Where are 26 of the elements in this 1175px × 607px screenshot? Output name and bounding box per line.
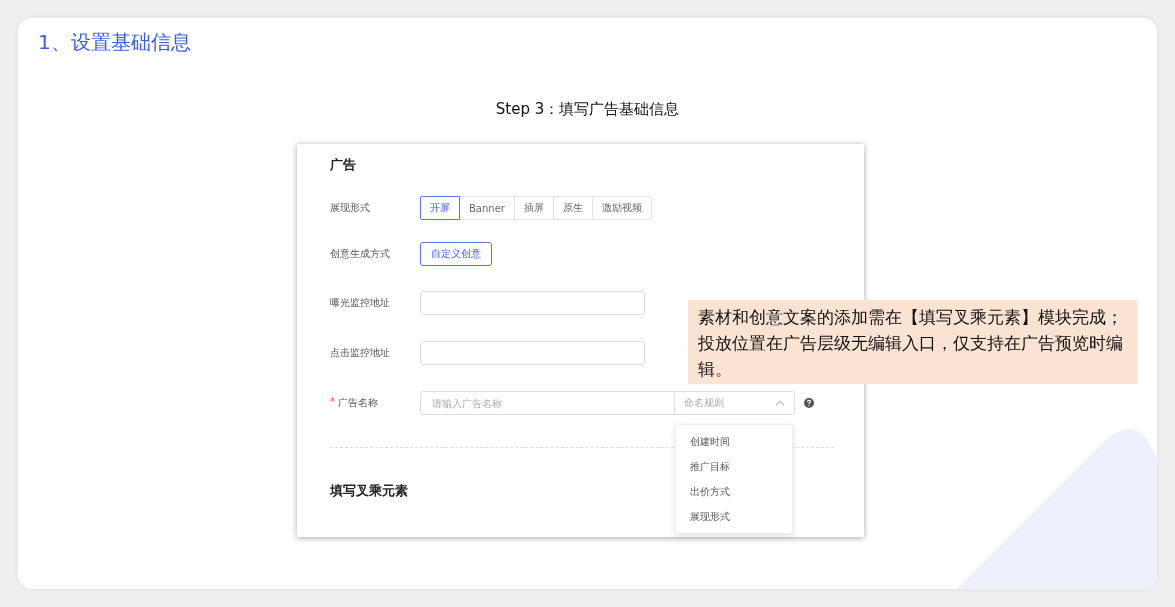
form-section-title: 填写叉乘元素 <box>330 482 408 500</box>
dropdown-option[interactable]: 出价方式 <box>676 479 792 504</box>
format-option[interactable]: Banner <box>460 196 515 220</box>
form-section-title: 广告 <box>330 156 357 174</box>
field-label: 展现形式 <box>330 201 370 215</box>
ad-name-field[interactable]: 请输入广告名称 <box>420 391 675 415</box>
field-label: 点击监控地址 <box>330 346 390 360</box>
callout-note: 素材和创意文案的添加需在【填写叉乘元素】模块完成；投放位置在广告层级无编辑入口，仅支持在广告预览时编辑。 <box>688 300 1137 384</box>
format-option[interactable]: 原生 <box>553 196 593 220</box>
field-label: 广告名称 <box>338 396 378 410</box>
format-option[interactable]: 开屏 <box>420 196 460 220</box>
dropdown-option[interactable]: 推广目标 <box>676 454 792 479</box>
format-option[interactable]: 激励视频 <box>592 196 652 220</box>
field-label: 曝光监控地址 <box>330 296 390 310</box>
section-heading: 1、设置基础信息 <box>38 29 191 56</box>
input-field[interactable] <box>420 341 645 365</box>
input-field[interactable] <box>420 291 645 315</box>
required-mark: * <box>330 396 335 409</box>
help-icon[interactable] <box>804 398 814 408</box>
dropdown-option[interactable]: 展现形式 <box>676 504 792 529</box>
field-label: 创意生成方式 <box>330 247 390 261</box>
caret-icon <box>775 400 785 406</box>
creative-mode-button[interactable]: 自定义创意 <box>420 242 492 266</box>
dropdown-option[interactable]: 创建时间 <box>676 429 792 454</box>
step-caption: Step 3：填写广告基础信息 <box>495 100 680 119</box>
format-option[interactable]: 插屏 <box>514 196 554 220</box>
